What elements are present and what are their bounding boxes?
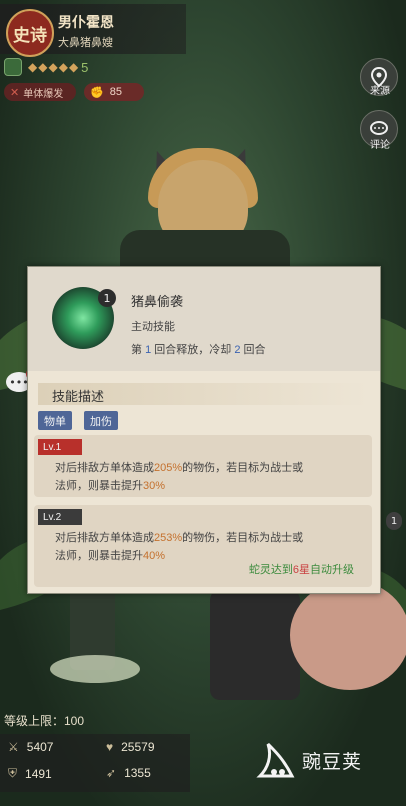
description-title: 技能描述 [52,389,105,404]
hero-stats-panel: ⚔ 5407 ♥ 25579 ⛨ 1491 ➶ 1355 [0,734,190,792]
watermark-logo-icon [256,742,295,778]
power-tag[interactable]: ✊ 85 [84,83,144,101]
level-description: 对后排敌方单体造成253%的物伤，若目标为战士或 法师，则暴击提升40% [55,532,304,562]
skill-level-badge: 1 [98,289,116,307]
star-icon: ◆ [48,60,58,74]
watermark-text: 豌豆荚 [302,751,363,773]
skill-type-tag[interactable]: ✕ 单体爆发 [4,83,76,101]
rarity-badge: 史诗 [6,9,54,57]
source-button-label: 来源 [370,86,390,97]
skill-type: 主动技能 [131,321,175,333]
faction-icon [4,58,22,76]
attack-stat: ⚔ 5407 [8,740,54,754]
hero-platform [50,655,140,683]
hero-legs [210,590,300,700]
star-icon: ◆ [28,60,38,74]
star-icon: ◆ [38,60,48,74]
level-description: 对后排敌方单体造成205%的物伤，若目标为战士或 法师，则暴击提升30% [55,462,304,492]
hero-subtitle: 大鼻猪鼻嫂 [58,37,113,49]
hero-name: 男仆霍恩 [58,14,114,30]
star-rating: ◆ ◆ ◆ ◆ ◆ 5 [4,56,154,78]
power-value: 85 [109,86,122,98]
level-tag: Lv.1 [38,439,82,455]
pig-companion [290,580,406,690]
auto-upgrade-note: 蛇灵达到6星自动升级 [248,564,354,576]
skill-detail-popup[interactable]: 1 猪鼻偷袭 主动技能 第 1 回合释放，冷却 2 回合 技能描述 物单 加伤 … [27,266,381,594]
star-icon: ◆ [58,60,68,74]
skill-type-tag-label: 单体爆发 [23,88,64,100]
level-entry: Lv.2 对后排敌方单体造成253%的物伤，若目标为战士或 法师，则暴击提升40… [34,505,372,587]
skill-summary: 1 猪鼻偷袭 主动技能 第 1 回合释放，冷却 2 回合 [28,267,380,371]
comment-button-label: 评论 [370,140,390,151]
level-tag: Lv.2 [38,509,82,525]
defense-stat: ⛨ 1491 [8,766,52,781]
speed-stat: ➶ 1355 [106,766,151,780]
skill-cooldown: 第 1 回合释放，冷却 2 回合 [131,344,266,356]
boot-icon: ➶ [106,766,117,780]
heart-icon: ♥ [106,740,114,754]
star-count: 5 [81,59,89,75]
level-entry: Lv.1 对后排敌方单体造成205%的物伤，若目标为战士或 法师，则暴击提升30… [34,435,372,497]
hp-stat: ♥ 25579 [106,740,155,754]
level-cap: 等级上限：100 [4,714,85,728]
star-icon: ◆ [68,60,79,74]
watermark: 豌豆荚 [254,738,362,782]
skill-chip: 物单 [38,411,72,430]
right-count-badge: 1 [386,512,402,530]
cross-swords-icon: ✕ [10,86,20,99]
skill-name: 猪鼻偷袭 [131,294,184,309]
shield-icon: ⛨ [8,766,18,780]
skill-chip: 加伤 [84,411,118,430]
sword-icon: ⚔ [8,740,19,754]
description-header: 技能描述 [38,383,368,405]
fist-icon: ✊ [90,86,104,99]
